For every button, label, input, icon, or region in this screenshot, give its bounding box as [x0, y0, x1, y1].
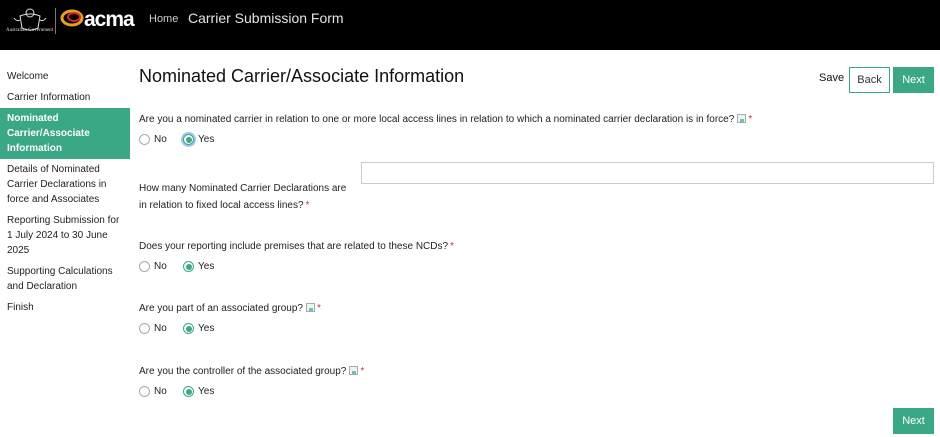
help-icon[interactable]	[737, 114, 747, 123]
question-associated-group: Are you part of an associated group? *	[139, 300, 321, 317]
radio-option-no[interactable]: No	[139, 323, 167, 334]
radio-button-selected[interactable]	[183, 261, 194, 272]
back-button[interactable]: Back	[849, 67, 890, 93]
question-text: Are you part of an associated group?	[139, 303, 303, 314]
radio-label: No	[154, 323, 167, 334]
page-title: Nominated Carrier/Associate Information	[139, 66, 465, 86]
required-marker: *	[450, 241, 454, 252]
radio-button[interactable]	[139, 261, 150, 272]
radio-option-yes[interactable]: Yes	[183, 261, 214, 272]
next-button-top[interactable]: Next	[893, 67, 934, 93]
logo-divider	[55, 8, 56, 34]
radio-label: Yes	[198, 386, 215, 397]
radio-option-yes[interactable]: Yes	[183, 386, 214, 397]
radio-button[interactable]	[139, 134, 150, 145]
radio-label: Yes	[198, 261, 215, 272]
radio-button-selected[interactable]	[183, 386, 194, 397]
sidebar-item-welcome[interactable]: Welcome	[0, 66, 130, 87]
required-marker: *	[317, 303, 321, 314]
question-nominated-carrier: Are you a nominated carrier in relation …	[139, 111, 752, 128]
radio-button[interactable]	[139, 386, 150, 397]
radio-option-no[interactable]: No	[139, 386, 167, 397]
sidebar-item-nominated-carrier[interactable]: Nominated Carrier/Associate Information	[0, 108, 130, 159]
required-marker: *	[305, 200, 310, 211]
radio-label: Yes	[198, 323, 215, 334]
required-marker: *	[748, 114, 753, 125]
sidebar-item-ncd-details[interactable]: Details of Nominated Carrier Declaration…	[0, 159, 130, 210]
sidebar-item-carrier-information[interactable]: Carrier Information	[0, 87, 130, 108]
radio-label: No	[154, 386, 167, 397]
sidebar-nav: Welcome Carrier Information Nominated Ca…	[0, 66, 130, 318]
sidebar-item-finish[interactable]: Finish	[0, 297, 130, 318]
radio-option-no[interactable]: No	[139, 261, 167, 272]
home-link[interactable]: Home	[149, 13, 178, 25]
top-bar: Australian Government acma Home Carrier …	[0, 0, 940, 50]
help-icon[interactable]	[306, 303, 315, 312]
question-ncd-count: How many Nominated Carrier Declarations …	[139, 180, 354, 214]
radio-option-yes[interactable]: Yes	[183, 323, 214, 334]
question-text: Does your reporting include premises tha…	[139, 241, 449, 252]
question-group-controller: Are you the controller of the associated…	[139, 363, 364, 380]
save-button[interactable]: Save	[819, 72, 844, 84]
radio-label: Yes	[198, 134, 215, 145]
radio-option-no[interactable]: No	[139, 134, 167, 145]
radio-button-selected[interactable]	[183, 134, 194, 145]
app-title: Carrier Submission Form	[188, 10, 344, 26]
question-text: How many Nominated Carrier Declarations …	[139, 183, 347, 211]
radio-button[interactable]	[139, 323, 150, 334]
help-icon[interactable]	[349, 366, 359, 375]
question-text: Are you a nominated carrier in relation …	[139, 114, 735, 125]
question-premises-ncds: Does your reporting include premises tha…	[139, 238, 454, 255]
radio-button-selected[interactable]	[183, 323, 194, 334]
required-marker: *	[360, 366, 365, 377]
next-button-bottom[interactable]: Next	[893, 408, 934, 434]
radio-option-yes[interactable]: Yes	[183, 134, 214, 145]
ncd-count-input[interactable]	[361, 162, 934, 184]
question-text: Are you the controller of the associated…	[139, 366, 347, 377]
radio-label: No	[154, 261, 167, 272]
acma-logo-text: acma	[84, 8, 135, 31]
radio-label: No	[154, 134, 167, 145]
sidebar-item-reporting-submission[interactable]: Reporting Submission for 1 July 2024 to …	[0, 210, 130, 261]
crest-caption: Australian Government	[6, 28, 54, 33]
sidebar-item-supporting-calculations[interactable]: Supporting Calculations and Declaration	[0, 261, 130, 297]
